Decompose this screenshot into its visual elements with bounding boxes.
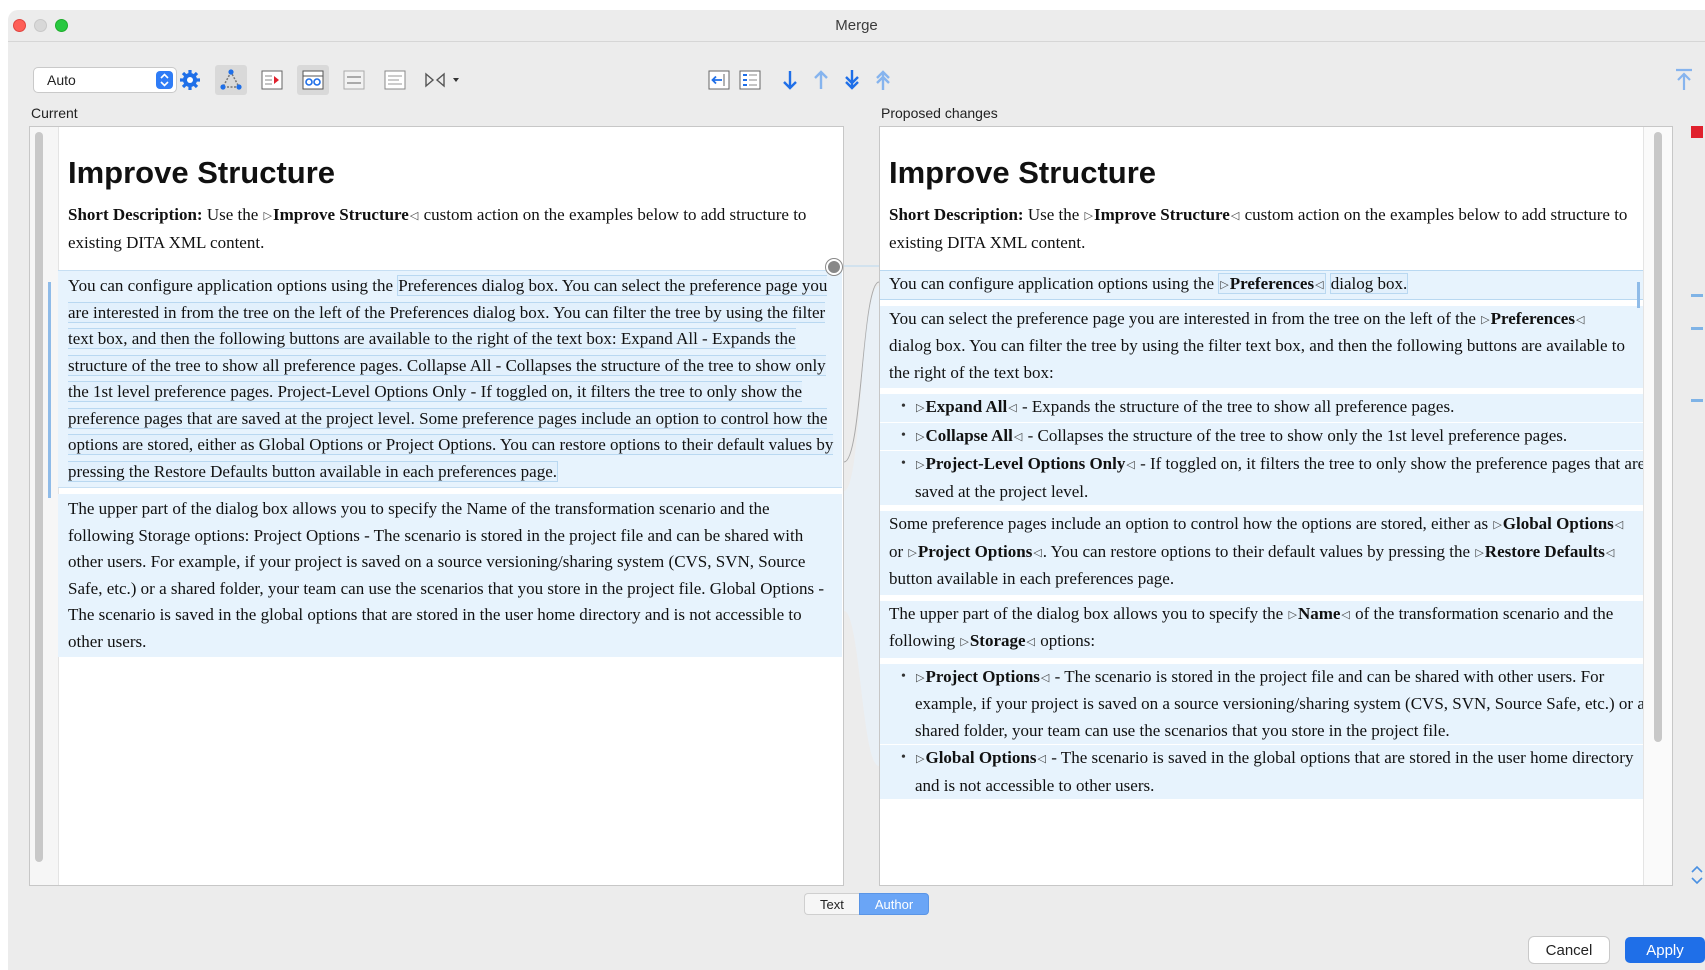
show-changes-icon[interactable] [256, 65, 288, 95]
apply-button[interactable]: Apply [1625, 937, 1705, 963]
proposed-p2-pre: You can select the preference page you a… [889, 308, 1481, 328]
scroll-top-icon[interactable] [1668, 65, 1700, 95]
current-editor[interactable]: Improve Structure Short Description: Use… [29, 126, 844, 886]
proposed-p2-bold: Preferences [1490, 308, 1575, 328]
merge-window: Merge Auto Current Proposed changes Impr… [8, 10, 1705, 970]
change-marker[interactable] [1691, 399, 1703, 402]
tag-close-icon: ◁ [1230, 210, 1240, 222]
list-item-text: - Collapses the structure of the tree to… [1023, 425, 1568, 445]
proposed-p2-post: dialog box. You can filter the tree by u… [889, 336, 1626, 382]
compare-options-icon[interactable] [422, 65, 462, 95]
current-paragraph-2[interactable]: The upper part of the dialog box allows … [58, 494, 842, 657]
current-shortdesc-action: Improve Structure [273, 205, 409, 224]
left-change-marker [48, 282, 51, 498]
sync-scroll-icon[interactable] [297, 65, 329, 95]
proposed-title: Improve Structure [889, 155, 1157, 190]
list-item-text: - Expands the structure of the tree to s… [1017, 397, 1455, 416]
list-item-bold: Expand All [925, 397, 1008, 416]
window-title: Merge [835, 17, 878, 34]
proposed-pane-label: Proposed changes [881, 105, 998, 121]
select-arrows-icon [156, 71, 173, 89]
diff-connector-lines [844, 265, 879, 766]
change-marker[interactable] [1691, 294, 1703, 297]
merge-mode-select[interactable]: Auto [34, 68, 176, 92]
diff-overview-ruler[interactable] [1688, 126, 1705, 886]
cancel-button[interactable]: Cancel [1529, 937, 1609, 963]
proposed-shortdesc-pre: Use the [1023, 205, 1084, 224]
preferences-inline-element: ▷Preferences◁ [1218, 273, 1326, 294]
proposed-shortdesc-label: Short Description: [889, 205, 1024, 224]
current-shortdesc: Short Description: Use the ▷Improve Stru… [68, 202, 836, 256]
scroll-up-down-icon[interactable] [1690, 863, 1704, 892]
list-item-bold: Project Options [925, 666, 1040, 686]
proposed-paragraph-2[interactable]: You can select the preference page you a… [880, 305, 1656, 388]
proposed-document[interactable]: Improve Structure Short Description: Use… [880, 153, 1656, 799]
conflict-marker-icon[interactable] [1691, 126, 1703, 138]
view-mode-switch: Text Author [804, 893, 930, 915]
merge-connector-icon[interactable] [826, 259, 842, 275]
previous-change-icon[interactable] [805, 65, 837, 95]
list-item[interactable]: • ▷Global Options◁ - The scenario is save… [880, 745, 1656, 799]
left-scroll-thumb[interactable] [35, 132, 43, 862]
tag-open-icon: ▷ [1084, 210, 1094, 222]
toolbar: Auto [8, 62, 1705, 98]
tag-open-icon: ▷ [263, 210, 273, 222]
tag-close-icon: ◁ [409, 210, 419, 222]
ignore-whitespace-icon[interactable] [338, 65, 370, 95]
three-way-diff-icon[interactable] [215, 65, 247, 95]
tab-text[interactable]: Text [804, 893, 859, 915]
previous-conflict-icon[interactable] [867, 65, 899, 95]
change-marker[interactable] [1691, 327, 1703, 330]
proposed-list-1: • ▷Expand All◁ - Expands the structure of… [880, 394, 1656, 505]
right-change-marker [1637, 282, 1640, 308]
current-paragraph-unchanged-text: You can configure application options us… [68, 276, 398, 295]
next-change-icon[interactable] [774, 65, 806, 95]
accept-all-icon[interactable] [734, 65, 766, 95]
proposed-shortdesc-action: Improve Structure [1094, 205, 1230, 224]
tab-author[interactable]: Author [858, 893, 930, 915]
right-vertical-scrollbar[interactable] [1643, 127, 1672, 885]
list-item[interactable]: • ▷Project Options◁ - The scenario is sto… [880, 663, 1656, 744]
current-shortdesc-label: Short Description: [68, 205, 203, 224]
list-item-bold: Project-Level Options Only [925, 454, 1126, 473]
current-paragraph-changed[interactable]: You can configure application options us… [58, 270, 842, 488]
proposed-editor[interactable]: Improve Structure Short Description: Use… [879, 126, 1673, 886]
proposed-list-2: • ▷Project Options◁ - The scenario is sto… [880, 663, 1656, 799]
merge-mode-value: Auto [47, 72, 76, 88]
proposed-paragraph-4[interactable]: The upper part of the dialog box allows … [880, 600, 1656, 658]
current-title: Improve Structure [68, 155, 336, 190]
left-vertical-scrollbar[interactable] [30, 127, 59, 885]
current-pane-label: Current [31, 105, 78, 121]
proposed-p1-text: You can configure application options us… [889, 274, 1219, 293]
current-shortdesc-pre: Use the [202, 205, 263, 224]
settings-gear-icon[interactable] [174, 65, 206, 95]
current-document[interactable]: Improve Structure Short Description: Use… [58, 153, 842, 657]
proposed-paragraph-1[interactable]: You can configure application options us… [880, 270, 1656, 300]
list-item[interactable]: • ▷Collapse All◁ - Collapses the structur… [880, 422, 1656, 450]
list-item[interactable]: • ▷Project-Level Options Only◁ - If toggl… [880, 451, 1656, 505]
proposed-paragraph-3[interactable]: Some preference pages include an option … [880, 511, 1656, 595]
proposed-p1-bold: Preferences [1229, 274, 1315, 293]
title-bar: Merge [8, 10, 1705, 42]
accept-left-icon[interactable] [703, 65, 735, 95]
list-item-bold: Global Options [925, 748, 1037, 767]
list-item-bold: Collapse All [925, 425, 1013, 445]
word-level-icon[interactable] [379, 65, 411, 95]
proposed-shortdesc: Short Description: Use the ▷Improve Stru… [889, 202, 1639, 256]
right-scroll-thumb[interactable] [1654, 132, 1662, 742]
proposed-p1-post: dialog box. [1329, 273, 1409, 294]
current-paragraph-diff-text: Preferences dialog box. You can select t… [68, 275, 834, 482]
next-conflict-icon[interactable] [836, 65, 868, 95]
list-item[interactable]: • ▷Expand All◁ - Expands the structure of… [880, 394, 1656, 422]
